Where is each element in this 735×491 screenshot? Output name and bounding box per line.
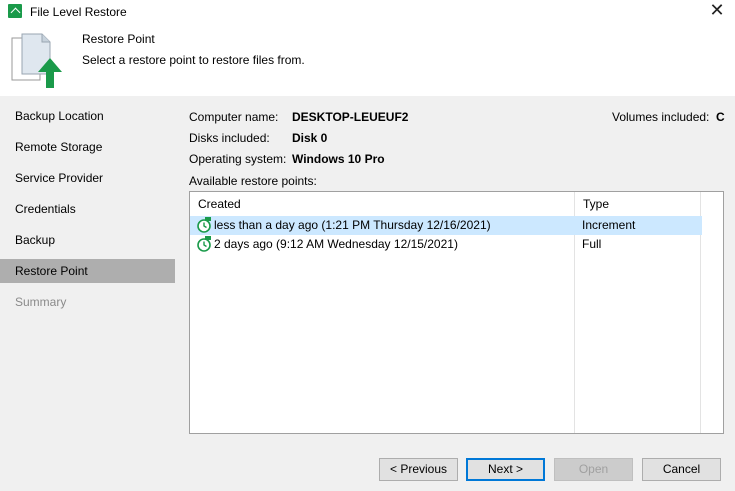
computer-name-value: DESKTOP-LEUEUF2 (292, 110, 409, 124)
page-title: Restore Point (82, 32, 155, 46)
volumes-value: C (716, 110, 725, 124)
volumes-label: Volumes included: (612, 110, 710, 124)
nav-item-service-provider[interactable]: Service Provider (0, 166, 175, 190)
app-restore-icon (8, 4, 22, 18)
next-button[interactable]: Next > (466, 458, 545, 481)
nav-item-remote-storage[interactable]: Remote Storage (0, 135, 175, 159)
computer-name-label: Computer name: (189, 110, 279, 124)
disks-label: Disks included: (189, 131, 270, 145)
page-subtitle: Select a restore point to restore files … (82, 53, 305, 67)
open-button: Open (554, 458, 633, 481)
column-header-type[interactable]: Type (575, 192, 701, 216)
restore-point-created: less than a day ago (1:21 PM Thursday 12… (214, 218, 491, 232)
nav-item-restore-point[interactable]: Restore Point (0, 259, 175, 283)
restore-points-list[interactable]: Created Type less than a day ago (1:21 P… (189, 191, 724, 434)
restore-points-label: Available restore points: (189, 174, 317, 188)
os-value: Windows 10 Pro (292, 152, 385, 166)
file-restore-icon (11, 33, 62, 88)
nav-item-backup-location[interactable]: Backup Location (0, 104, 175, 128)
restore-point-type: Increment (582, 218, 636, 232)
restore-point-row[interactable]: less than a day ago (1:21 PM Thursday 12… (190, 216, 702, 235)
wizard-header: Restore Point Select a restore point to … (0, 24, 735, 94)
disks-value: Disk 0 (292, 131, 328, 145)
previous-button[interactable]: < Previous (379, 458, 458, 481)
nav-item-credentials[interactable]: Credentials (0, 197, 175, 221)
restore-point-created: 2 days ago (9:12 AM Wednesday 12/15/2021… (214, 237, 458, 251)
os-label: Operating system: (189, 152, 287, 166)
nav-item-summary: Summary (15, 295, 67, 309)
close-icon: ✕ (709, 0, 725, 21)
restore-point-clock-icon (197, 217, 211, 233)
window-title: File Level Restore (30, 5, 127, 19)
restore-point-type: Full (582, 237, 602, 251)
close-button[interactable]: ✕ (705, 1, 729, 23)
column-header-created[interactable]: Created (190, 192, 575, 216)
title-bar: File Level Restore ✕ (0, 0, 735, 24)
nav-item-backup[interactable]: Backup (0, 228, 175, 252)
restore-point-row[interactable]: 2 days ago (9:12 AM Wednesday 12/15/2021… (190, 235, 702, 254)
wizard-steps-nav: Backup Location Remote Storage Service P… (0, 96, 175, 491)
cancel-button[interactable]: Cancel (642, 458, 721, 481)
restore-point-clock-icon (197, 236, 211, 252)
